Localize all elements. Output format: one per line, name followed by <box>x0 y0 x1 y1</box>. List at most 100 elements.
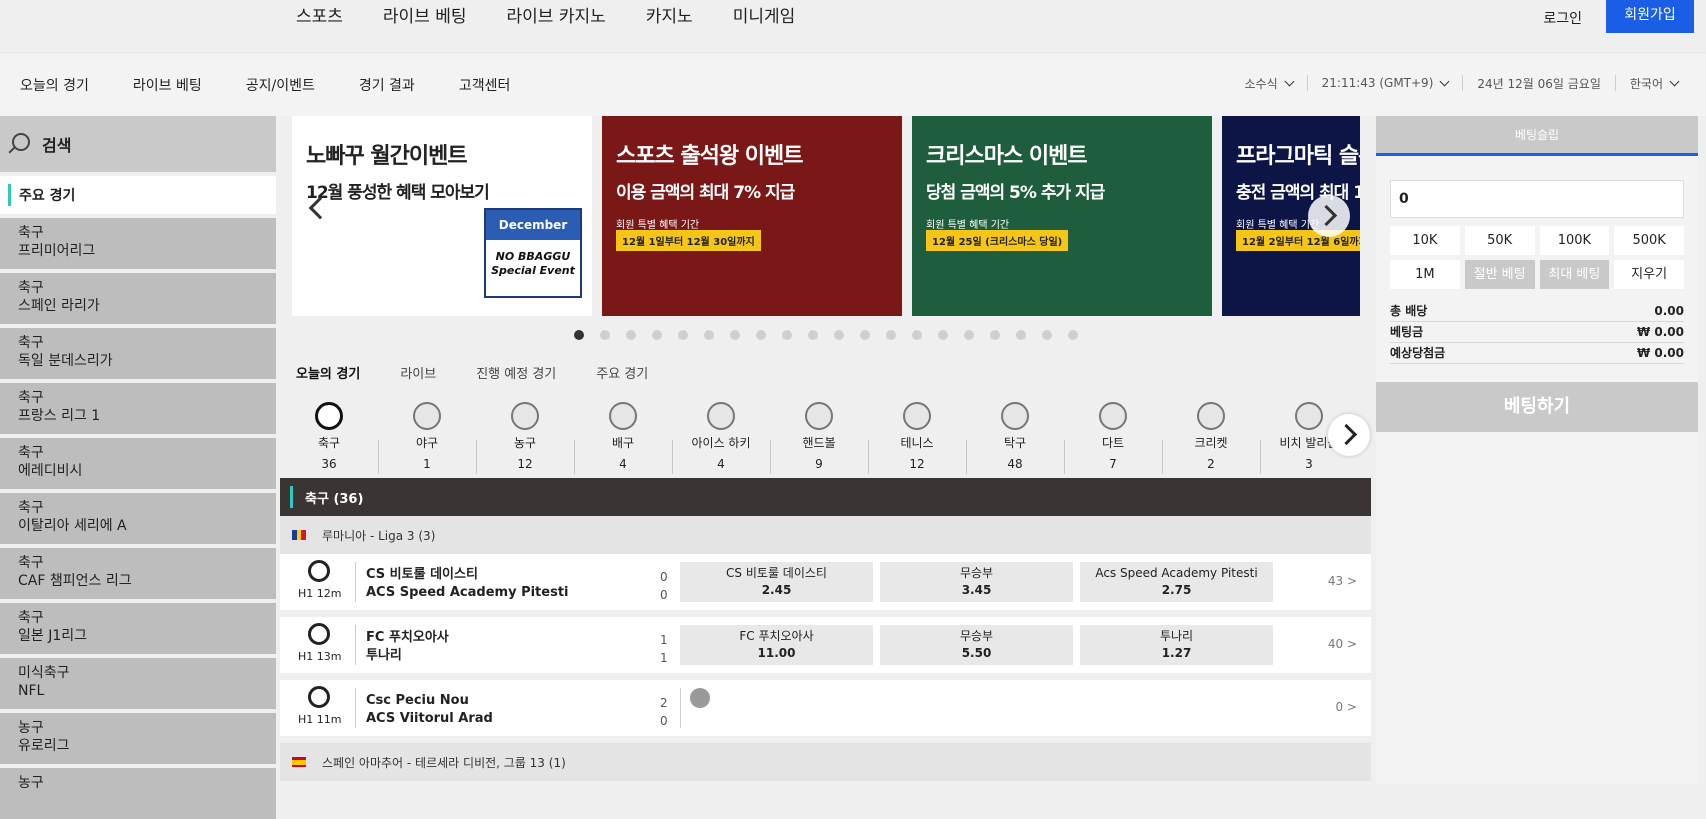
promo-banner[interactable]: 노빠꾸 월간이벤트 12월 풍성한 혜택 모아보기 December NO BB… <box>292 116 592 316</box>
carousel-dot[interactable] <box>990 330 1000 340</box>
sport-filter-item[interactable]: 축구 36 <box>280 400 378 476</box>
chip-1m[interactable]: 1M <box>1390 260 1460 289</box>
max-bet-button[interactable]: 최대 베팅 <box>1539 260 1610 289</box>
match-teams[interactable]: Csc Peciu Nou ACS Viitorul Arad <box>366 692 493 728</box>
carousel-dot[interactable] <box>808 330 818 340</box>
odds-format-select[interactable]: 소수식 <box>1231 75 1307 91</box>
sport-filter-item[interactable]: 다트 7 <box>1064 400 1162 476</box>
subnav-support[interactable]: 고객센터 <box>459 75 511 95</box>
match-teams[interactable]: FC 푸치오아사 투나리 <box>366 629 449 665</box>
tab-featured[interactable]: 주요 경기 <box>596 363 648 382</box>
chip-100k[interactable]: 100K <box>1539 226 1610 255</box>
bet-slip-tab[interactable]: 베팅슬립 <box>1376 116 1698 156</box>
stats-icon[interactable] <box>690 688 710 708</box>
sport-filter-item[interactable]: 아이스 하키 4 <box>672 400 770 476</box>
carousel-dot[interactable] <box>1042 330 1052 340</box>
carousel-dot[interactable] <box>626 330 636 340</box>
half-bet-button[interactable]: 절반 베팅 <box>1464 260 1535 289</box>
league-header[interactable]: 스페인 아마추어 - 테르세라 디비전, 그룹 13 (1) <box>280 743 1371 781</box>
more-markets-link[interactable]: 43 > <box>1328 574 1357 588</box>
odds-button-home[interactable]: FC 푸치오아사 11.00 <box>680 625 873 665</box>
subnav-today[interactable]: 오늘의 경기 <box>20 75 89 95</box>
timezone-select[interactable]: 21:11:43 (GMT+9) <box>1306 75 1463 91</box>
match-teams[interactable]: CS 비토룰 데이스티 ACS Speed Academy Pitesti <box>366 566 569 602</box>
sidebar-league-item[interactable]: 축구 스페인 라리가 <box>0 273 276 324</box>
sports-next-button[interactable] <box>1328 414 1370 456</box>
chip-500k[interactable]: 500K <box>1614 226 1684 255</box>
odds-button-home[interactable]: CS 비토룰 데이스티 2.45 <box>680 562 873 602</box>
sport-count: 36 <box>321 457 337 471</box>
carousel-dot[interactable] <box>678 330 688 340</box>
promo-banner[interactable]: 크리스마스 이벤트 당첨 금액의 5% 추가 지급 회원 특별 혜택 기간 12… <box>912 116 1212 316</box>
sport-filter-item[interactable]: 탁구 48 <box>966 400 1064 476</box>
carousel-dot[interactable] <box>1068 330 1078 340</box>
sidebar-league-item[interactable]: 농구 유로리그 <box>0 713 276 764</box>
league-header[interactable]: 루마니아 - Liga 3 (3) <box>280 516 1371 554</box>
sport-filter-item[interactable]: 크리켓 2 <box>1162 400 1260 476</box>
carousel-dot[interactable] <box>860 330 870 340</box>
clear-button[interactable]: 지우기 <box>1614 260 1684 289</box>
odds-button-draw[interactable]: 무승부 3.45 <box>880 562 1073 602</box>
sport-filter-item[interactable]: 농구 12 <box>476 400 574 476</box>
section-header: 축구 (36) <box>280 478 1371 516</box>
chevron-down-icon <box>1284 76 1295 86</box>
calendar-month: December <box>486 210 580 240</box>
carousel-dot[interactable] <box>704 330 714 340</box>
sidebar-league-item[interactable]: 축구 프랑스 리그 1 <box>0 383 276 434</box>
nav-minigame[interactable]: 미니게임 <box>733 0 796 36</box>
tab-live[interactable]: 라이브 <box>400 363 436 382</box>
chip-50k[interactable]: 50K <box>1464 226 1535 255</box>
carousel-dot[interactable] <box>938 330 948 340</box>
signup-button[interactable]: 회원가입 <box>1606 0 1694 33</box>
odds-button-away[interactable]: 투나리 1.27 <box>1080 625 1273 665</box>
carousel-dot[interactable] <box>600 330 610 340</box>
login-link[interactable]: 로그인 <box>1543 0 1606 28</box>
carousel-next-button[interactable] <box>1308 195 1350 237</box>
carousel-dot[interactable] <box>834 330 844 340</box>
carousel-dot[interactable] <box>886 330 896 340</box>
subnav-notice[interactable]: 공지/이벤트 <box>246 75 315 95</box>
match-scores: 0 0 <box>660 568 668 604</box>
nav-live-casino[interactable]: 라이브 카지노 <box>507 0 606 36</box>
carousel-dot[interactable] <box>782 330 792 340</box>
carousel-dot[interactable] <box>730 330 740 340</box>
sidebar-league-item[interactable]: 축구 에레디비시 <box>0 438 276 489</box>
carousel-dot[interactable] <box>756 330 766 340</box>
tab-today[interactable]: 오늘의 경기 <box>296 363 360 382</box>
match-time: H1 13m <box>298 650 342 663</box>
nav-live-betting[interactable]: 라이브 베팅 <box>383 0 467 36</box>
sidebar-league-item[interactable]: 농구 <box>0 768 276 819</box>
sport-filter-item[interactable]: 야구 1 <box>378 400 476 476</box>
promo-banner[interactable]: 스포츠 출석왕 이벤트 이용 금액의 최대 7% 지급 회원 특별 혜택 기간 … <box>602 116 902 316</box>
sidebar-league-item[interactable]: 축구 독일 분데스리가 <box>0 328 276 379</box>
carousel-dot[interactable] <box>912 330 922 340</box>
bet-amount-input[interactable]: 0 <box>1390 180 1684 218</box>
sidebar-league-item[interactable]: 미식축구 NFL <box>0 658 276 709</box>
subnav-live[interactable]: 라이브 베팅 <box>133 75 202 95</box>
subnav-results[interactable]: 경기 결과 <box>359 75 415 95</box>
sport-filter-item[interactable]: 테니스 12 <box>868 400 966 476</box>
place-bet-button[interactable]: 베팅하기 <box>1376 382 1698 432</box>
search-button[interactable]: 검색 <box>0 116 276 172</box>
sidebar-league-item[interactable]: 축구 이탈리아 세리에 A <box>0 493 276 544</box>
league-sport: 미식축구 <box>18 665 70 681</box>
more-markets-link[interactable]: 40 > <box>1328 637 1357 651</box>
sidebar-league-item[interactable]: 축구 CAF 챔피언스 리그 <box>0 548 276 599</box>
carousel-dot[interactable] <box>964 330 974 340</box>
sport-filter-item[interactable]: 배구 4 <box>574 400 672 476</box>
tab-upcoming[interactable]: 진행 예정 경기 <box>476 363 556 382</box>
odds-button-away[interactable]: Acs Speed Academy Pitesti 2.75 <box>1080 562 1273 602</box>
language-select[interactable]: 한국어 <box>1614 75 1692 91</box>
more-markets-link[interactable]: 0 > <box>1335 700 1357 714</box>
sport-filter-item[interactable]: 핸드볼 9 <box>770 400 868 476</box>
main-games-header[interactable]: 주요 경기 <box>0 176 276 214</box>
chip-10k[interactable]: 10K <box>1390 226 1460 255</box>
sidebar-league-item[interactable]: 축구 프리미어리그 <box>0 218 276 269</box>
odds-button-draw[interactable]: 무승부 5.50 <box>880 625 1073 665</box>
carousel-dot[interactable] <box>1016 330 1026 340</box>
nav-sports[interactable]: 스포츠 <box>296 0 343 36</box>
carousel-dot[interactable] <box>574 330 584 340</box>
nav-casino[interactable]: 카지노 <box>646 0 693 36</box>
sidebar-league-item[interactable]: 축구 일본 J1리그 <box>0 603 276 654</box>
carousel-dot[interactable] <box>652 330 662 340</box>
